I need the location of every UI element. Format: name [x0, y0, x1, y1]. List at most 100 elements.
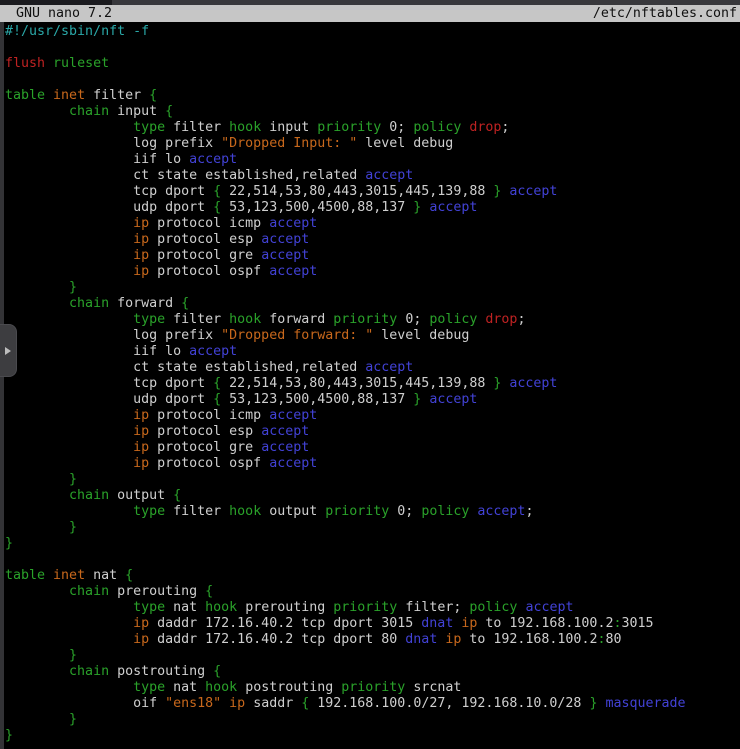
code-token: { [213, 376, 221, 391]
code-line: type filter hook forward priority 0; pol… [5, 312, 740, 328]
code-token: oif [5, 696, 165, 711]
code-token [5, 440, 133, 455]
code-line: udp dport { 53,123,500,4500,88,137 } acc… [5, 392, 740, 408]
code-token: inet [53, 568, 85, 583]
code-token: filter [165, 504, 229, 519]
code-token [5, 232, 133, 247]
code-token: accept [261, 248, 309, 263]
code-token: 192.168.100.0/27, 192.168.10.0/28 [309, 696, 589, 711]
code-line: log prefix "Dropped Input: " level debug [5, 136, 740, 152]
code-token: ip [133, 216, 149, 231]
code-token: { [181, 296, 189, 311]
code-token: 0; [397, 312, 429, 327]
code-token: 22,514,53,80,443,3015,445,139,88 [221, 376, 493, 391]
code-line: ip protocol gre accept [5, 440, 740, 456]
side-panel-toggle[interactable] [0, 324, 17, 377]
editor-text-area[interactable]: #!/usr/sbin/nft -f flush ruleset table i… [5, 24, 740, 749]
code-token [5, 264, 133, 279]
code-token: } [69, 648, 77, 663]
code-token [5, 120, 133, 135]
code-token [45, 568, 53, 583]
code-token: type [133, 120, 165, 135]
code-token: ruleset [53, 56, 109, 71]
code-token: level debug [357, 136, 453, 151]
code-line: ip daddr 172.16.40.2 tcp dport 3015 dnat… [5, 616, 740, 632]
code-token: chain [69, 296, 109, 311]
code-line: chain input { [5, 104, 740, 120]
code-token: nat [165, 600, 205, 615]
code-line: ct state established,related accept [5, 168, 740, 184]
code-token: hook [205, 600, 237, 615]
code-token: ip [133, 408, 149, 423]
code-token: type [133, 312, 165, 327]
code-token: prerouting [109, 584, 205, 599]
code-token [5, 104, 69, 119]
code-token: protocol gre [149, 440, 261, 455]
code-line: chain output { [5, 488, 740, 504]
code-token: "Dropped forward: " [221, 328, 373, 343]
code-token: udp dport [5, 200, 213, 215]
code-token: } [69, 472, 77, 487]
code-line: chain prerouting { [5, 584, 740, 600]
code-token: { [173, 488, 181, 503]
code-token: accept [365, 168, 413, 183]
code-token: ip [461, 616, 477, 631]
code-token: { [165, 104, 173, 119]
code-token: dnat [405, 632, 437, 647]
code-token: policy [413, 120, 461, 135]
code-token: tcp dport [5, 184, 213, 199]
code-token [45, 88, 53, 103]
code-token: filter; [397, 600, 469, 615]
code-token: postrouting [237, 680, 341, 695]
code-token: hook [229, 120, 261, 135]
code-token [5, 488, 69, 503]
code-token: accept [429, 200, 477, 215]
code-token: chain [69, 664, 109, 679]
code-token: type [133, 600, 165, 615]
code-token [5, 472, 69, 487]
code-line: ip protocol esp accept [5, 424, 740, 440]
code-token: ip [133, 632, 149, 647]
code-token: } [5, 728, 13, 743]
code-token: nat [85, 568, 125, 583]
nano-app-title: GNU nano 7.2 [16, 6, 112, 21]
code-line: type nat hook postrouting priority srcna… [5, 680, 740, 696]
code-token: { [213, 664, 221, 679]
code-token: accept [269, 456, 317, 471]
code-token: accept [269, 216, 317, 231]
code-token: ip [133, 456, 149, 471]
code-token: protocol icmp [149, 216, 269, 231]
code-token: { [213, 392, 221, 407]
code-line: iif lo accept [5, 152, 740, 168]
code-token: accept [261, 232, 309, 247]
code-token: hook [229, 504, 261, 519]
code-token: "Dropped Input: " [221, 136, 357, 151]
code-line: } [5, 536, 740, 552]
code-token: postrouting [109, 664, 213, 679]
code-line: } [5, 728, 740, 744]
code-token: priority [333, 600, 397, 615]
code-token: { [149, 88, 157, 103]
code-token: priority [325, 504, 389, 519]
code-token: ; [501, 120, 509, 135]
code-token: log prefix [5, 136, 221, 151]
code-token: accept [189, 152, 237, 167]
code-token: { [213, 184, 221, 199]
code-token: input [261, 120, 317, 135]
code-line: ip protocol esp accept [5, 232, 740, 248]
code-token: accept [365, 360, 413, 375]
code-token: { [125, 568, 133, 583]
code-line: } [5, 712, 740, 728]
code-token [5, 312, 133, 327]
code-token: ip [133, 264, 149, 279]
code-line: iif lo accept [5, 344, 740, 360]
code-token [5, 456, 133, 471]
code-token [221, 696, 229, 711]
right-triangle-icon [5, 347, 11, 355]
nano-file-path: /etc/nftables.conf [593, 6, 737, 21]
code-token: type [133, 504, 165, 519]
code-token: 53,123,500,4500,88,137 [221, 200, 413, 215]
code-token: chain [69, 584, 109, 599]
code-token: } [69, 280, 77, 295]
code-token: 22,514,53,80,443,3015,445,139,88 [221, 184, 493, 199]
